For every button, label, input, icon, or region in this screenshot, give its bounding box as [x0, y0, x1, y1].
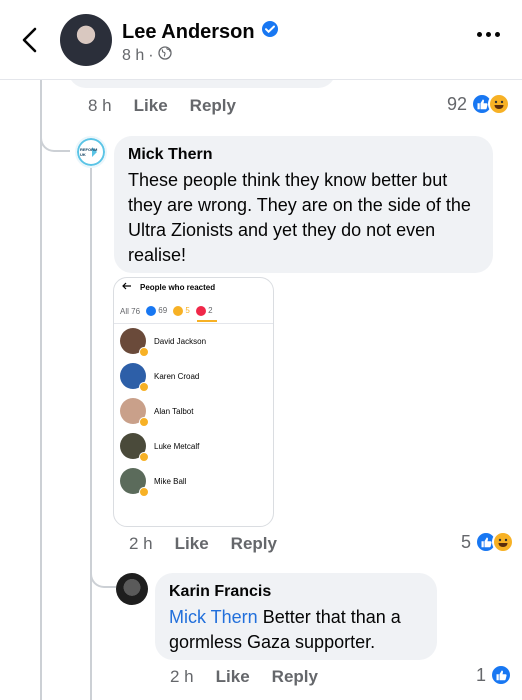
attachment-tab-love: 2	[195, 306, 213, 316]
karin-comment-actions: 2 h Like Reply	[170, 667, 340, 687]
love-icon	[195, 306, 206, 316]
post-time[interactable]: 8 h	[122, 47, 144, 65]
mick-like-button[interactable]: Like	[175, 534, 209, 554]
haha-icon	[139, 452, 149, 462]
person-name: David Jackson	[154, 336, 207, 346]
person-name: Mike Ball	[154, 476, 187, 486]
post-meta: 8 h ·	[122, 46, 172, 65]
thread-line-mick	[90, 166, 92, 700]
like-icon	[490, 664, 512, 686]
comment-author-mick[interactable]: Mick Thern	[128, 146, 479, 164]
comment-text-mick: These people think they know better but …	[128, 170, 471, 265]
attachment-header: People who reacted	[122, 282, 215, 292]
parent-like-button[interactable]: Like	[134, 96, 168, 116]
author-name-row: Lee Anderson	[122, 20, 279, 44]
mick-reply-button[interactable]: Reply	[231, 534, 277, 554]
attachment-tab-all: All 76	[120, 306, 141, 316]
post-header: Lee Anderson 8 h ·	[0, 0, 522, 80]
parent-reply-button[interactable]: Reply	[190, 96, 236, 116]
person-name: Karen Croad	[154, 371, 200, 381]
parent-comment-actions: 8 h Like Reply	[88, 96, 258, 116]
back-chevron-icon[interactable]	[18, 26, 42, 54]
person-avatar	[120, 363, 149, 392]
comment-attachment-image[interactable]: People who reacted All 76 69 5 2 David J…	[113, 277, 274, 527]
attachment-tabs: All 76 69 5 2	[120, 306, 213, 316]
person-name: Alan Talbot	[154, 406, 194, 416]
mick-comment-time: 2 h	[129, 534, 153, 553]
comment-text-karin: Mick Thern Better that than a gormless G…	[169, 605, 423, 655]
attachment-tab-haha: 5	[173, 306, 190, 316]
person-avatar	[120, 328, 149, 357]
attachment-divider	[114, 323, 273, 324]
comment-author-karin[interactable]: Karin Francis	[169, 583, 423, 601]
parent-comment-time: 8 h	[88, 96, 112, 115]
haha-icon	[139, 347, 149, 357]
verified-badge-icon	[261, 20, 279, 44]
haha-icon	[488, 93, 510, 115]
haha-icon	[139, 417, 149, 427]
person-name: Luke Metcalf	[154, 441, 200, 451]
haha-icon	[139, 382, 149, 392]
parent-reactions[interactable]: 92	[447, 93, 510, 115]
more-dots-icon[interactable]	[477, 32, 500, 37]
person-avatar	[120, 468, 149, 497]
haha-icon	[139, 487, 149, 497]
mick-reaction-count: 5	[460, 531, 471, 552]
karin-like-button[interactable]: Like	[216, 667, 250, 687]
attachment-person-row: Luke Metcalf	[120, 433, 200, 462]
attachment-person-row: Karen Croad	[120, 363, 200, 392]
haha-icon	[173, 306, 184, 316]
meta-separator: ·	[148, 46, 154, 64]
globe-icon	[157, 46, 172, 65]
karin-reaction-count: 1	[475, 664, 486, 685]
avatar-karin-francis[interactable]	[116, 573, 148, 605]
mention-link[interactable]: Mick Thern	[169, 607, 258, 627]
attachment-active-tab-underline	[197, 320, 217, 322]
attachment-person-row: David Jackson	[120, 328, 207, 357]
comment-bubble-mick: Mick Thern These people think they know …	[114, 136, 493, 273]
attachment-title: People who reacted	[140, 282, 216, 292]
karin-reply-button[interactable]: Reply	[272, 667, 318, 687]
person-avatar	[120, 433, 149, 462]
karin-comment-time: 2 h	[170, 667, 194, 686]
author-avatar[interactable]	[60, 14, 112, 66]
thread-branch-karin	[90, 566, 116, 588]
attachment-person-row: Alan Talbot	[120, 398, 194, 427]
karin-reactions[interactable]: 1	[476, 664, 512, 686]
mick-reactions[interactable]: 5	[461, 531, 514, 553]
parent-reaction-count: 92	[446, 93, 467, 114]
thread-line-main	[40, 80, 42, 700]
person-avatar	[120, 398, 149, 427]
author-name[interactable]: Lee Anderson	[122, 21, 255, 44]
attachment-back-arrow-icon	[122, 282, 132, 292]
haha-icon	[492, 531, 514, 553]
comment-bubble-karin: Karin Francis Mick Thern Better that tha…	[155, 573, 437, 660]
like-icon	[146, 306, 157, 316]
attachment-person-row: Mike Ball	[120, 468, 187, 497]
mick-comment-actions: 2 h Like Reply	[129, 534, 299, 554]
avatar-mick-logo-text: REFORM UK	[80, 147, 98, 157]
attachment-tab-like: 69	[146, 306, 167, 316]
thread-branch-mick	[40, 130, 70, 152]
